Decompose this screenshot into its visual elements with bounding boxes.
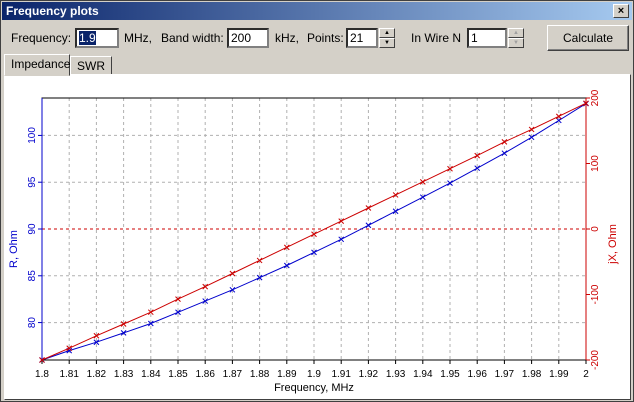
x-tick-label: 1.83 <box>114 369 134 380</box>
frequency-unit: MHz, <box>124 31 152 45</box>
x-tick-label: 1.96 <box>467 369 487 380</box>
x-tick-label: 1.94 <box>413 369 433 380</box>
wire-label: In Wire N <box>411 31 462 45</box>
spin-down-icon[interactable]: ▼ <box>379 38 395 48</box>
x-tick-label: 1.89 <box>277 369 297 380</box>
x-tick-label: 1.98 <box>522 369 542 380</box>
calculate-button[interactable]: Calculate <box>547 25 629 51</box>
spin-up-icon[interactable]: ▲ <box>379 28 395 38</box>
y-right-axis-title: jX, Ohm <box>607 224 619 265</box>
x-tick-label: 1.82 <box>87 369 107 380</box>
x-tick-label: 1.99 <box>549 369 569 380</box>
plot-panel: 1.8 1.81 1.82 1.83 1.84 1.85 1.86 1.87 1.88 1.89 1… <box>4 74 631 400</box>
frequency-label: Frequency: <box>11 31 72 45</box>
y-left-tick-label: 90 <box>27 223 38 235</box>
points-label: Points: <box>307 31 344 45</box>
x-tick-label: 2 <box>583 369 589 380</box>
tab-swr[interactable]: SWR <box>70 56 112 76</box>
wire-value: 1 <box>471 31 478 45</box>
x-tick-label: 1.88 <box>250 369 270 380</box>
x-tick-label: 1.9 <box>307 369 321 380</box>
y-left-axis-title: R, Ohm <box>8 230 20 268</box>
r-data-point <box>365 222 372 229</box>
x-tick-label: 1.97 <box>495 369 515 380</box>
x-tick-label: 1.81 <box>59 369 79 380</box>
y-right-tick-label: -200 <box>590 350 601 370</box>
x-tick-label: 1.91 <box>331 369 351 380</box>
bandwidth-label: Band width: <box>161 31 224 45</box>
y-left-tick-label: 100 <box>27 127 38 144</box>
y-left-tick-label: 95 <box>27 176 38 188</box>
window-title: Frequency plots <box>6 4 99 18</box>
y-right-tick-label: -100 <box>590 284 601 304</box>
x-tick-label: 1.95 <box>440 369 460 380</box>
x-tick-label: 1.85 <box>168 369 188 380</box>
y-right-tick-label: 200 <box>590 89 601 106</box>
bandwidth-unit: kHz, <box>275 31 299 45</box>
bandwidth-value: 200 <box>231 31 252 45</box>
wire-spinner[interactable]: ▲ ▼ <box>508 28 524 48</box>
wire-input[interactable]: 1 <box>467 28 507 48</box>
close-icon: × <box>617 5 625 17</box>
x-tick-label: 1.86 <box>195 369 215 380</box>
points-spinner[interactable]: ▲ ▼ <box>379 28 395 48</box>
frequency-input[interactable]: 1.9 <box>75 28 119 48</box>
y-right-tick-label: 0 <box>590 226 601 232</box>
x-tick-label: 1.87 <box>223 369 243 380</box>
x-tick-label: 1.84 <box>141 369 161 380</box>
tab-impedance[interactable]: Impedance <box>4 54 70 76</box>
x-tick-label: 1.93 <box>386 369 406 380</box>
x-data-point <box>229 270 236 277</box>
x-data-point <box>528 126 535 133</box>
spin-up-icon[interactable]: ▲ <box>508 28 524 38</box>
title-bar[interactable]: Frequency plots × <box>2 2 632 20</box>
points-value: 21 <box>350 31 364 45</box>
y-left-tick-label: 80 <box>27 317 38 329</box>
x-tick-label: 1.92 <box>359 369 379 380</box>
close-button[interactable]: × <box>613 4 629 18</box>
frequency-value: 1.9 <box>79 31 96 45</box>
points-input[interactable]: 21 <box>346 28 378 48</box>
bandwidth-input[interactable]: 200 <box>227 28 269 48</box>
x-tick-label: 1.8 <box>35 369 49 380</box>
y-left-tick-label: 85 <box>27 270 38 282</box>
impedance-chart: 1.8 1.81 1.82 1.83 1.84 1.85 1.86 1.87 1.88 1.89 1… <box>8 89 619 394</box>
x-axis-title: Frequency, MHz <box>274 382 354 394</box>
frequency-plots-window: Frequency plots × Frequency: 1.9 MHz, Ba… <box>0 0 634 402</box>
y-right-tick-label: 100 <box>590 155 601 172</box>
spin-down-icon[interactable]: ▼ <box>508 38 524 48</box>
